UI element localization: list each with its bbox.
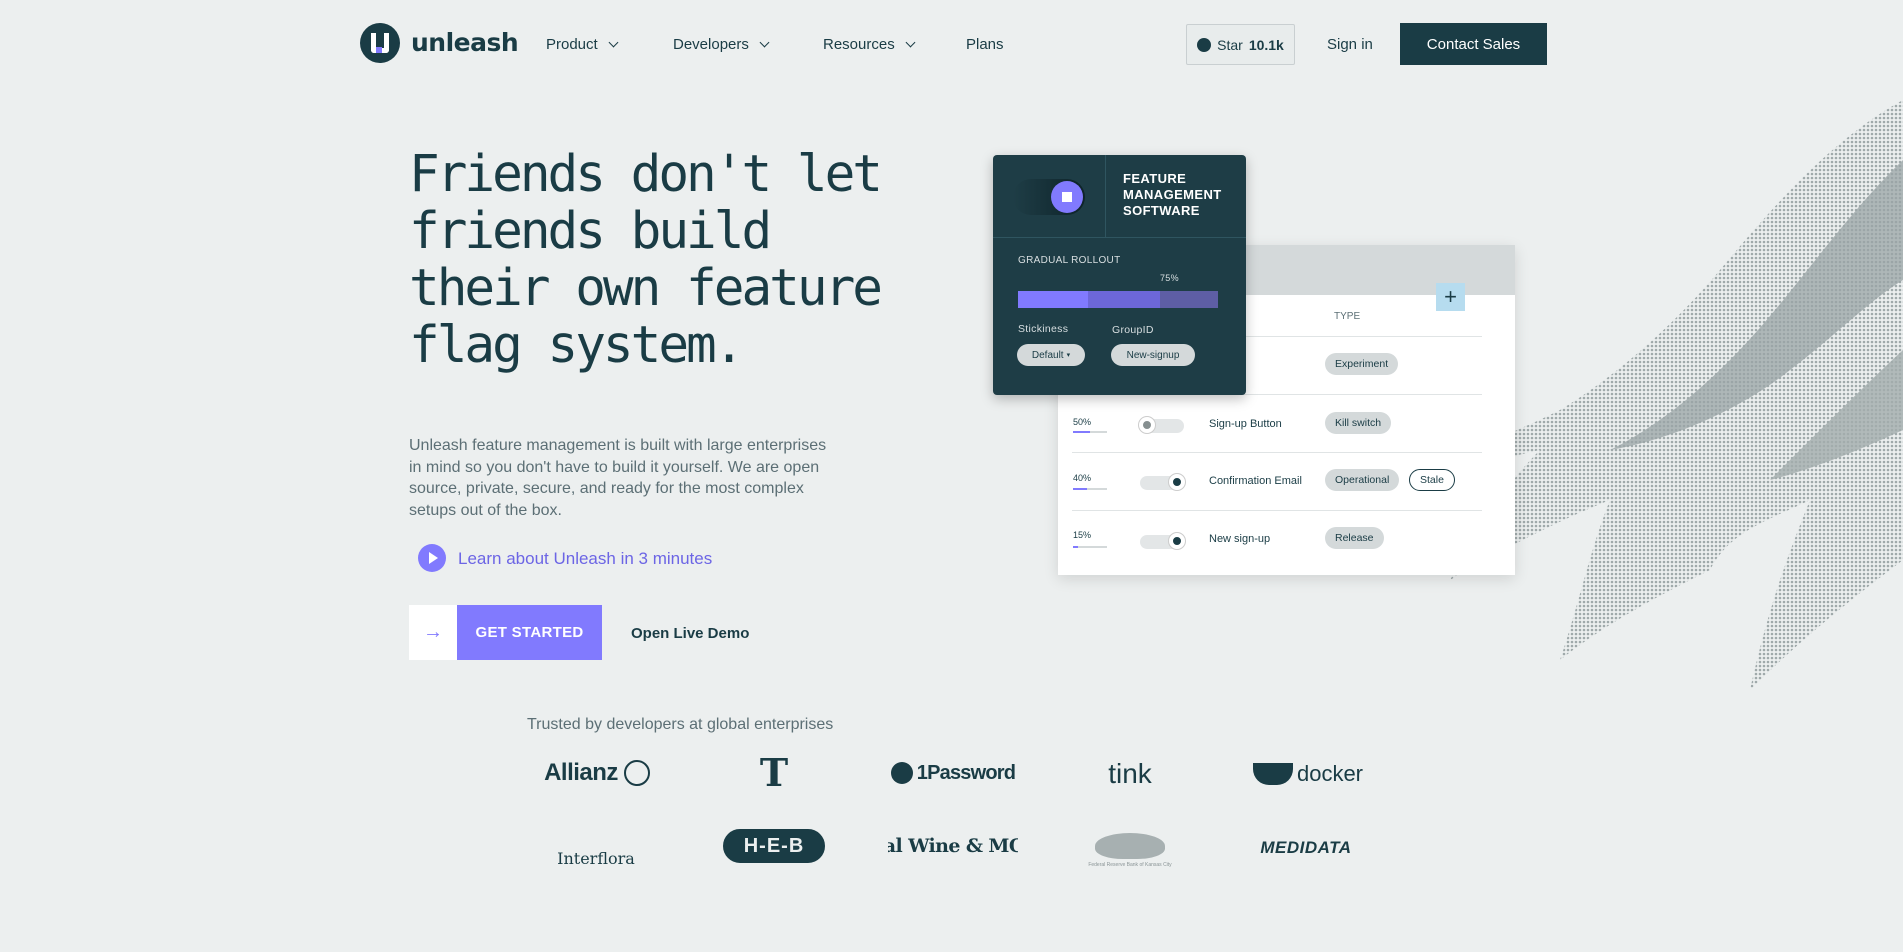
feature-name: New sign-up: [1209, 533, 1271, 545]
rollout-bar: [1073, 431, 1107, 433]
rollout-bar: [1073, 546, 1107, 548]
github-star-count: 10.1k: [1248, 36, 1284, 53]
type-tag: Experiment: [1325, 353, 1399, 375]
gradual-rollout-label: GRADUAL ROLLOUT: [1018, 255, 1121, 266]
rollout-marker-label: 75%: [1160, 273, 1179, 283]
rollout-bar-fill: [1073, 431, 1090, 433]
github-star-button[interactable]: Star 10.1k: [1186, 24, 1295, 65]
feature-toggle[interactable]: [1013, 179, 1085, 215]
nav-developers-label: Developers: [673, 36, 749, 53]
learn-about-link[interactable]: Learn about Unleash in 3 minutes: [458, 549, 712, 569]
signin-link[interactable]: Sign in: [1327, 36, 1373, 53]
hero-title: Friends don't let friends build their ow…: [409, 145, 883, 375]
allianz-emblem-icon: [623, 760, 650, 786]
heb-logo: H-E-B: [723, 829, 825, 863]
eagle-seal-icon: [1095, 833, 1165, 859]
groupid-input[interactable]: New-signup: [1111, 344, 1195, 366]
medidata-logo: MEDIDATA: [1260, 838, 1352, 857]
row-divider: [1072, 510, 1482, 511]
rollout-segment: [1018, 291, 1088, 308]
1password-icon: [890, 762, 913, 784]
row-divider: [1072, 452, 1482, 453]
caret-down-icon: ▾: [1066, 352, 1071, 359]
type-tag: Release: [1325, 527, 1384, 549]
brand-name[interactable]: unleash: [411, 28, 519, 57]
rollout-slider[interactable]: [1018, 291, 1218, 308]
feature-toggle[interactable]: [1140, 533, 1185, 549]
contact-sales-button[interactable]: Contact Sales: [1400, 23, 1547, 65]
nav-resources[interactable]: Resources: [823, 36, 916, 53]
open-live-demo-link[interactable]: Open Live Demo: [631, 625, 749, 642]
hero-description: Unleash feature management is built with…: [409, 437, 827, 519]
get-started-button[interactable]: GET STARTED: [457, 605, 602, 660]
trusted-heading: Trusted by developers at global enterpri…: [527, 716, 834, 733]
rollout-percent: 15%: [1073, 530, 1092, 540]
type-tag: Kill switch: [1325, 412, 1392, 434]
telekom-logo: T: [759, 749, 789, 795]
1password-logo: 1Password: [888, 756, 1018, 790]
toggle-knob: [1169, 533, 1185, 549]
1password-logo-text: 1Password: [916, 761, 1016, 784]
card-title: FEATURE MANAGEMENT SOFTWARE: [1123, 171, 1222, 218]
allianz-logo-text: Allianz: [544, 759, 618, 786]
nav-plans-label: Plans: [966, 36, 1004, 53]
docker-whale-icon: [1252, 763, 1293, 785]
type-tag: Operational: [1325, 469, 1400, 491]
unleash-logo-icon[interactable]: [360, 23, 400, 63]
federal-reserve-logo-text: Federal Reserve Bank of Kansas City: [1088, 862, 1172, 868]
chevron-down-icon: [608, 37, 619, 47]
stale-tag: Stale: [1409, 469, 1455, 491]
feature-management-card: FEATURE MANAGEMENT SOFTWARE GRADUAL ROLL…: [993, 155, 1246, 395]
github-star-label: Star: [1217, 36, 1243, 53]
total-wine-logo: Total Wine & MORE: [888, 835, 1018, 857]
rollout-percent: 50%: [1073, 417, 1092, 427]
chevron-down-icon: [905, 37, 916, 47]
stickiness-label: Stickiness: [1018, 323, 1069, 335]
plus-icon[interactable]: +: [1436, 283, 1465, 311]
nav-plans[interactable]: Plans: [966, 36, 1004, 53]
docker-logo: docker: [1246, 756, 1370, 792]
toggle-knob: [1169, 474, 1185, 490]
chevron-down-icon: [759, 37, 770, 47]
interflora-logo: Interflora: [557, 849, 635, 868]
rollout-bar: [1073, 488, 1107, 490]
nav-resources-label: Resources: [823, 36, 895, 53]
feature-name: Confirmation Email: [1209, 475, 1302, 487]
card-divider: [1105, 155, 1106, 237]
github-icon: [1197, 37, 1212, 52]
arrow-right-icon[interactable]: →: [409, 605, 457, 660]
nav-developers[interactable]: Developers: [673, 36, 770, 53]
feature-toggle[interactable]: [1139, 417, 1184, 433]
nav-product[interactable]: Product: [546, 36, 619, 53]
rollout-bar-fill: [1073, 488, 1087, 490]
stickiness-value: Default: [1031, 349, 1064, 361]
rollout-segment: [1088, 291, 1160, 308]
play-icon[interactable]: [418, 544, 446, 572]
federal-reserve-logo: Federal Reserve Bank of Kansas City: [1078, 826, 1182, 868]
allianz-logo: Allianz: [536, 755, 658, 791]
nav-product-label: Product: [546, 36, 598, 53]
toggle-knob: [1051, 181, 1083, 213]
stickiness-select[interactable]: Default ▾: [1017, 344, 1085, 366]
feature-toggle[interactable]: [1140, 474, 1185, 490]
tink-logo: tink: [1108, 758, 1152, 789]
card-divider: [993, 237, 1246, 238]
type-column-header: TYPE: [1334, 311, 1361, 322]
feature-name: Sign-up Button: [1209, 418, 1282, 430]
groupid-label: GroupID: [1112, 324, 1154, 336]
rollout-bar-fill: [1073, 546, 1079, 548]
docker-logo-text: docker: [1296, 761, 1364, 786]
rollout-percent: 40%: [1073, 473, 1092, 483]
toggle-knob: [1139, 417, 1155, 433]
